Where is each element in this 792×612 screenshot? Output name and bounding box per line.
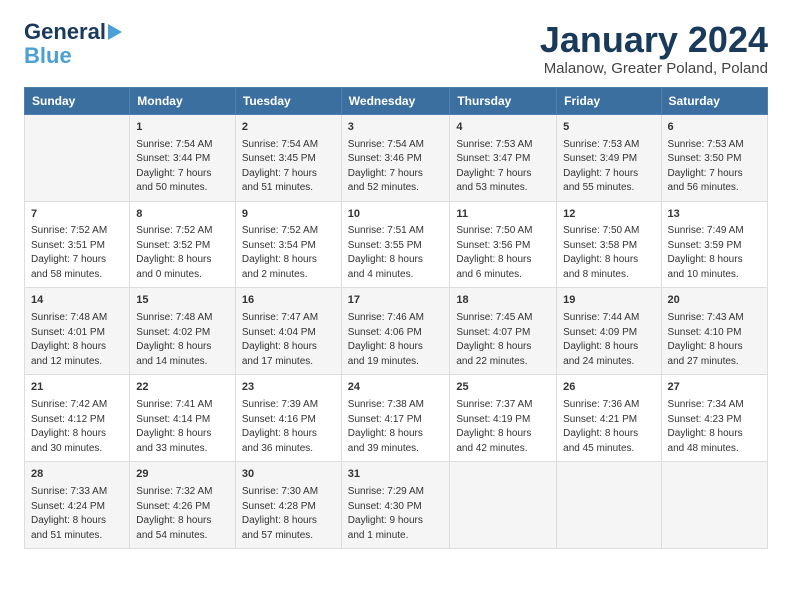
cell-week4-day6: 26Sunrise: 7:36 AMSunset: 4:21 PMDayligh… <box>557 375 661 462</box>
cell-week5-day6 <box>557 462 661 549</box>
cell-week3-day1: 14Sunrise: 7:48 AMSunset: 4:01 PMDayligh… <box>25 288 130 375</box>
cell-week2-day7: 13Sunrise: 7:49 AMSunset: 3:59 PMDayligh… <box>661 201 767 288</box>
cell-week3-day5: 18Sunrise: 7:45 AMSunset: 4:07 PMDayligh… <box>450 288 557 375</box>
week-row-3: 14Sunrise: 7:48 AMSunset: 4:01 PMDayligh… <box>25 288 768 375</box>
cell-week3-day2: 15Sunrise: 7:48 AMSunset: 4:02 PMDayligh… <box>130 288 236 375</box>
cell-week2-day4: 10Sunrise: 7:51 AMSunset: 3:55 PMDayligh… <box>341 201 450 288</box>
cell-week1-day4: 3Sunrise: 7:54 AMSunset: 3:46 PMDaylight… <box>341 114 450 201</box>
cell-week4-day7: 27Sunrise: 7:34 AMSunset: 4:23 PMDayligh… <box>661 375 767 462</box>
cell-week4-day1: 21Sunrise: 7:42 AMSunset: 4:12 PMDayligh… <box>25 375 130 462</box>
day-header-saturday: Saturday <box>661 87 767 114</box>
cell-week5-day5 <box>450 462 557 549</box>
day-header-sunday: Sunday <box>25 87 130 114</box>
cell-week1-day1 <box>25 114 130 201</box>
week-row-4: 21Sunrise: 7:42 AMSunset: 4:12 PMDayligh… <box>25 375 768 462</box>
cell-week3-day6: 19Sunrise: 7:44 AMSunset: 4:09 PMDayligh… <box>557 288 661 375</box>
cell-week2-day6: 12Sunrise: 7:50 AMSunset: 3:58 PMDayligh… <box>557 201 661 288</box>
week-row-1: 1Sunrise: 7:54 AMSunset: 3:44 PMDaylight… <box>25 114 768 201</box>
day-header-monday: Monday <box>130 87 236 114</box>
logo: General Blue <box>24 20 122 68</box>
title-block: January 2024 Malanow, Greater Poland, Po… <box>540 20 768 77</box>
cell-week1-day5: 4Sunrise: 7:53 AMSunset: 3:47 PMDaylight… <box>450 114 557 201</box>
cell-week4-day3: 23Sunrise: 7:39 AMSunset: 4:16 PMDayligh… <box>235 375 341 462</box>
cell-week1-day2: 1Sunrise: 7:54 AMSunset: 3:44 PMDaylight… <box>130 114 236 201</box>
week-row-5: 28Sunrise: 7:33 AMSunset: 4:24 PMDayligh… <box>25 462 768 549</box>
calendar-title: January 2024 <box>540 20 768 60</box>
cell-week2-day5: 11Sunrise: 7:50 AMSunset: 3:56 PMDayligh… <box>450 201 557 288</box>
cell-week3-day7: 20Sunrise: 7:43 AMSunset: 4:10 PMDayligh… <box>661 288 767 375</box>
calendar-subtitle: Malanow, Greater Poland, Poland <box>540 60 768 77</box>
page-header: General Blue January 2024 Malanow, Great… <box>24 20 768 77</box>
calendar-table: SundayMondayTuesdayWednesdayThursdayFrid… <box>24 87 768 550</box>
cell-week5-day1: 28Sunrise: 7:33 AMSunset: 4:24 PMDayligh… <box>25 462 130 549</box>
header-row: SundayMondayTuesdayWednesdayThursdayFrid… <box>25 87 768 114</box>
logo-text: General <box>24 20 106 44</box>
cell-week4-day4: 24Sunrise: 7:38 AMSunset: 4:17 PMDayligh… <box>341 375 450 462</box>
cell-week5-day7 <box>661 462 767 549</box>
cell-week4-day2: 22Sunrise: 7:41 AMSunset: 4:14 PMDayligh… <box>130 375 236 462</box>
cell-week1-day6: 5Sunrise: 7:53 AMSunset: 3:49 PMDaylight… <box>557 114 661 201</box>
day-header-wednesday: Wednesday <box>341 87 450 114</box>
cell-week2-day3: 9Sunrise: 7:52 AMSunset: 3:54 PMDaylight… <box>235 201 341 288</box>
cell-week2-day2: 8Sunrise: 7:52 AMSunset: 3:52 PMDaylight… <box>130 201 236 288</box>
logo-blue: Blue <box>24 44 72 68</box>
cell-week3-day4: 17Sunrise: 7:46 AMSunset: 4:06 PMDayligh… <box>341 288 450 375</box>
day-header-friday: Friday <box>557 87 661 114</box>
cell-week1-day3: 2Sunrise: 7:54 AMSunset: 3:45 PMDaylight… <box>235 114 341 201</box>
cell-week5-day4: 31Sunrise: 7:29 AMSunset: 4:30 PMDayligh… <box>341 462 450 549</box>
cell-week2-day1: 7Sunrise: 7:52 AMSunset: 3:51 PMDaylight… <box>25 201 130 288</box>
day-header-tuesday: Tuesday <box>235 87 341 114</box>
cell-week1-day7: 6Sunrise: 7:53 AMSunset: 3:50 PMDaylight… <box>661 114 767 201</box>
logo-arrow-icon <box>108 24 122 40</box>
cell-week3-day3: 16Sunrise: 7:47 AMSunset: 4:04 PMDayligh… <box>235 288 341 375</box>
day-header-thursday: Thursday <box>450 87 557 114</box>
week-row-2: 7Sunrise: 7:52 AMSunset: 3:51 PMDaylight… <box>25 201 768 288</box>
cell-week4-day5: 25Sunrise: 7:37 AMSunset: 4:19 PMDayligh… <box>450 375 557 462</box>
cell-week5-day3: 30Sunrise: 7:30 AMSunset: 4:28 PMDayligh… <box>235 462 341 549</box>
cell-week5-day2: 29Sunrise: 7:32 AMSunset: 4:26 PMDayligh… <box>130 462 236 549</box>
